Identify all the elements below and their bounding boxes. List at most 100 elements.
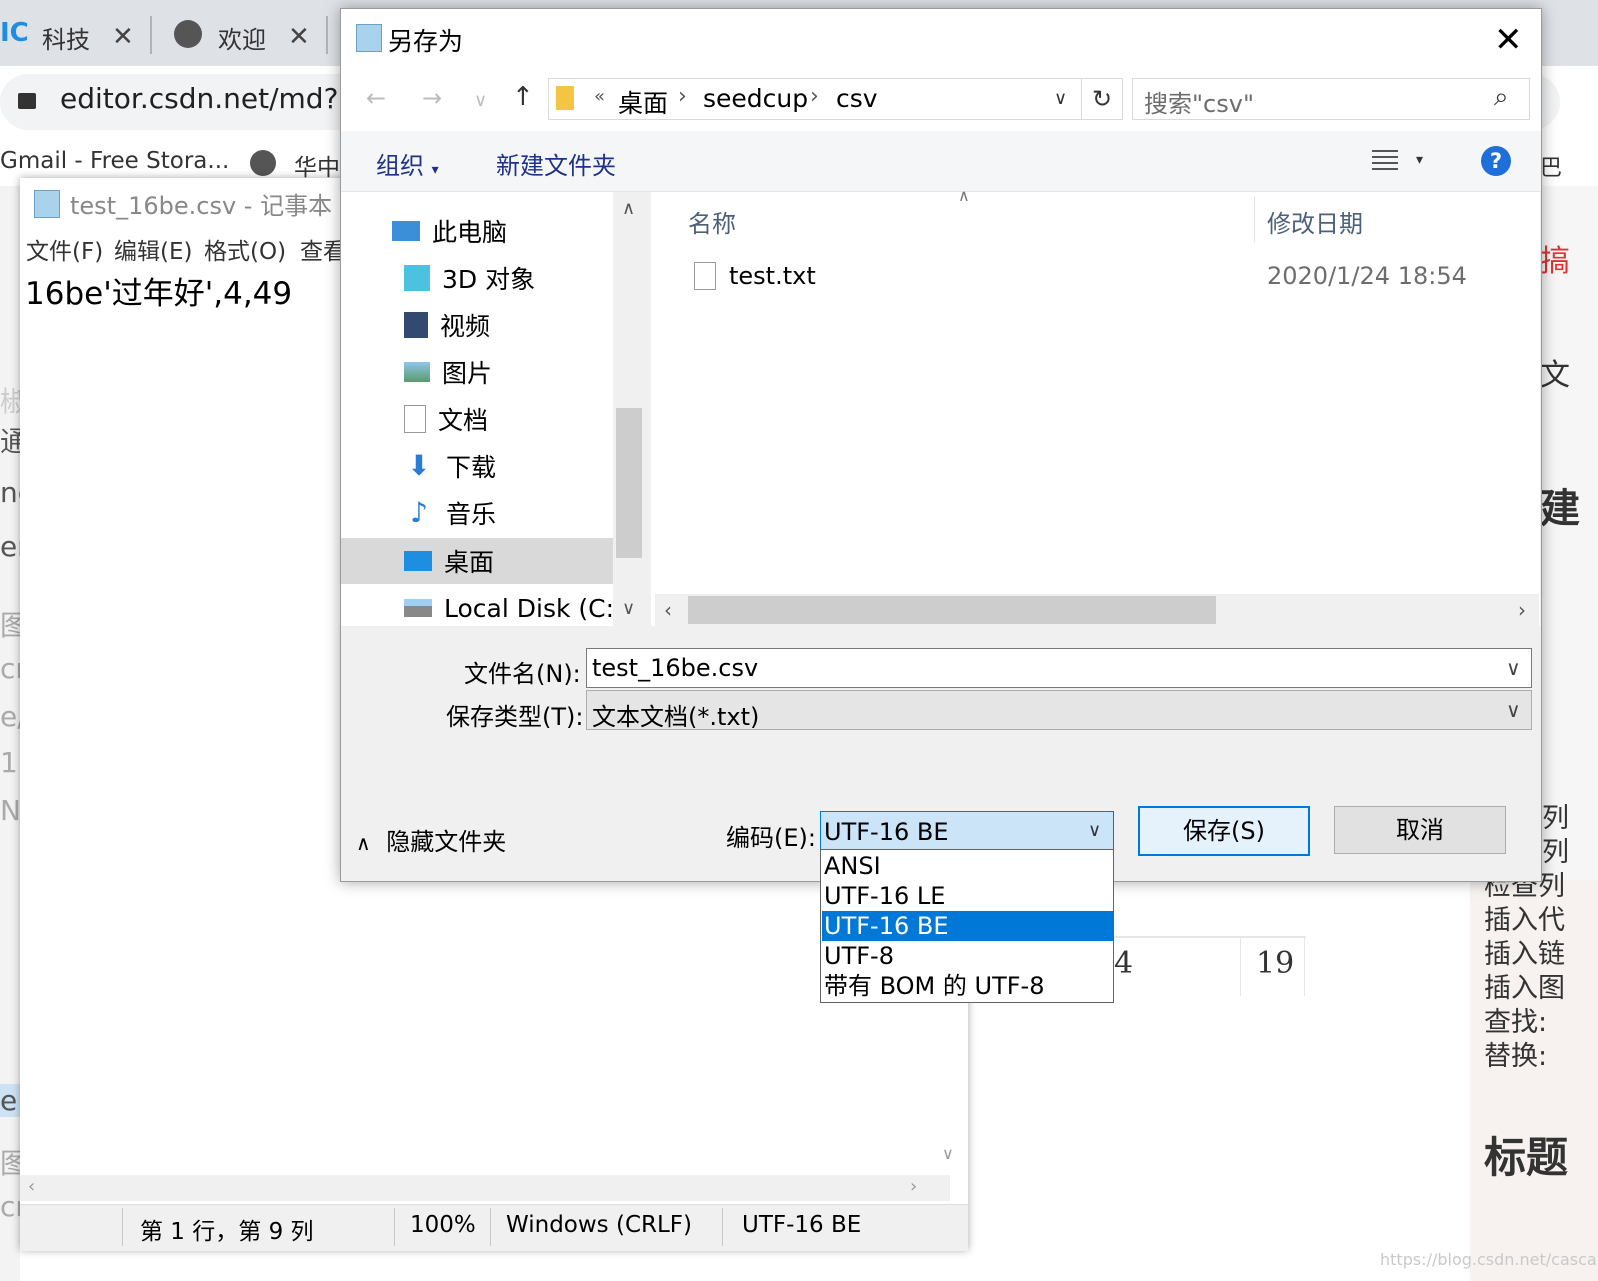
breadcrumb-item[interactable]: seedcup [703,84,808,113]
bg-text: 搞 [1540,244,1570,279]
organize-button[interactable]: 组织 ▾ [376,146,439,181]
column-header-modified[interactable]: 修改日期 [1267,204,1363,239]
table-cell: 19 [1256,946,1295,981]
nav-item-pictures[interactable]: 图片 [404,349,492,395]
desktop-icon [404,551,432,571]
tab-separator [326,16,328,54]
chevron-right-icon[interactable]: › [910,1176,917,1197]
file-row-name[interactable]: test.txt [729,262,816,290]
nav-item-videos[interactable]: 视频 [404,302,490,348]
nav-item-downloads[interactable]: ⬇ 下载 [404,443,496,489]
encoding-option[interactable]: ANSI [822,851,1114,881]
shortcut-heading: 标题 [1484,1133,1569,1182]
nav-item-local-disk[interactable]: Local Disk (C:) [404,585,624,631]
filetype-label: 保存类型(T): [446,703,584,731]
bg-text: 巴 [1540,156,1563,181]
chevron-right-icon[interactable]: › [678,84,687,109]
search-icon[interactable]: ⌕ [1494,82,1509,113]
csdn-logo-icon: IC [0,18,29,48]
status-divider [490,1208,491,1246]
nav-item-documents[interactable]: 文档 [404,396,488,442]
bg-text: 建 [1540,486,1580,532]
nav-item-3d-objects[interactable]: 3D 对象 [404,255,535,301]
column-divider[interactable] [1254,196,1255,242]
table-border [1304,936,1305,996]
breadcrumb-item[interactable]: csv [836,84,878,113]
chevron-left-icon[interactable]: ‹ [28,1176,35,1197]
status-divider [122,1208,123,1246]
music-note-icon: ♪ [410,496,428,529]
view-list-icon[interactable] [1372,150,1398,172]
menu-edit[interactable]: 编辑(E) [114,232,192,266]
status-divider [394,1208,395,1246]
chevron-down-icon[interactable]: ∨ [942,1144,954,1163]
caret-down-icon[interactable]: ▾ [1416,152,1423,168]
address-url[interactable]: editor.csdn.net/md?a [60,82,356,115]
tab-label: 科技 [42,25,90,54]
chevron-down-icon[interactable]: ∨ [474,90,487,111]
hide-folders-toggle[interactable]: ∧ 隐藏文件夹 [356,822,506,857]
back-arrow-icon[interactable]: ← [366,84,386,112]
notepad-title-bar: test_16be.csv - 记事本 [34,186,332,221]
cancel-button[interactable]: 取消 [1334,806,1506,854]
shortcut-line: 替换: [1484,1041,1548,1072]
column-header-name[interactable]: 名称 [688,204,736,239]
chevron-up-icon[interactable]: ∧ [622,198,635,219]
up-arrow-icon[interactable]: ↑ [512,82,534,112]
bookmark-item[interactable]: Gmail - Free Stora... [0,148,229,174]
notepad-text-area[interactable]: 16be'过年好',4,49 [25,268,292,313]
refresh-icon[interactable]: ↻ [1082,78,1123,120]
browser-tab[interactable]: 欢迎 ✕ [218,8,310,66]
chevron-right-icon[interactable]: › [1518,598,1526,622]
lock-icon [18,93,36,109]
table-cell: 4 [1114,946,1134,981]
notepad-title: test_16be.csv - 记事本 [70,192,333,220]
globe-icon [174,20,202,48]
forward-arrow-icon[interactable]: → [422,84,442,112]
menu-format[interactable]: 格式(O) [204,232,286,266]
tab-label: 欢迎 [218,25,266,54]
text-file-icon [694,262,716,290]
encoding-option[interactable]: 带有 BOM 的 UTF-8 [822,971,1114,1001]
browser-tab[interactable]: 科技 ✕ [42,8,134,66]
nav-item-label: 图片 [442,359,493,388]
notepad-horizontal-scrollbar[interactable] [20,1175,950,1201]
file-list [651,192,1540,626]
bookmark-item[interactable]: 华中 [294,148,340,182]
nav-item-label: 此电脑 [432,218,508,247]
nav-scrollbar-thumb[interactable] [616,408,642,558]
help-icon[interactable]: ? [1481,146,1511,176]
breadcrumb-item[interactable]: 桌面 [618,84,668,120]
chevron-left-icon[interactable]: ‹ [664,598,672,622]
nav-item-label: 3D 对象 [442,265,536,294]
chevron-down-icon[interactable]: ∨ [622,598,635,619]
nav-item-label: Local Disk (C:) [444,593,624,623]
chevron-down-icon[interactable]: ∨ [1088,820,1101,841]
new-folder-button[interactable]: 新建文件夹 [496,146,616,181]
encoding-option-selected[interactable]: UTF-16 BE [822,911,1114,941]
save-button[interactable]: 保存(S) [1138,806,1310,856]
file-list-scrollbar-thumb[interactable] [688,596,1216,624]
sort-up-icon: ∧ [958,186,970,205]
organize-label: 组织 [376,152,424,180]
encoding-value: UTF-16 BE [824,818,949,846]
status-zoom: 100% [410,1212,476,1238]
close-icon[interactable]: ✕ [1494,20,1523,60]
encoding-option[interactable]: UTF-16 LE [822,881,1114,911]
nav-item-desktop[interactable]: 桌面 [404,538,494,584]
chevron-right-icon[interactable]: › [810,84,819,109]
menu-file[interactable]: 文件(F) [26,232,103,266]
notepad-icon [356,24,382,52]
nav-item-music[interactable]: ♪ 音乐 [404,490,496,536]
encoding-option[interactable]: UTF-8 [822,941,1114,971]
chevron-down-icon[interactable]: ∨ [1506,698,1521,722]
breadcrumb-overflow[interactable]: « [594,86,605,107]
picture-icon [404,362,430,382]
close-icon[interactable]: ✕ [288,22,310,52]
chevron-down-icon[interactable]: ∨ [1506,656,1521,680]
chevron-down-icon[interactable]: ∨ [1054,88,1067,109]
close-icon[interactable]: ✕ [112,22,134,52]
disk-icon [404,599,432,617]
dialog-title: 另存为 [388,27,464,56]
nav-item-this-pc[interactable]: 此电脑 [392,208,507,254]
